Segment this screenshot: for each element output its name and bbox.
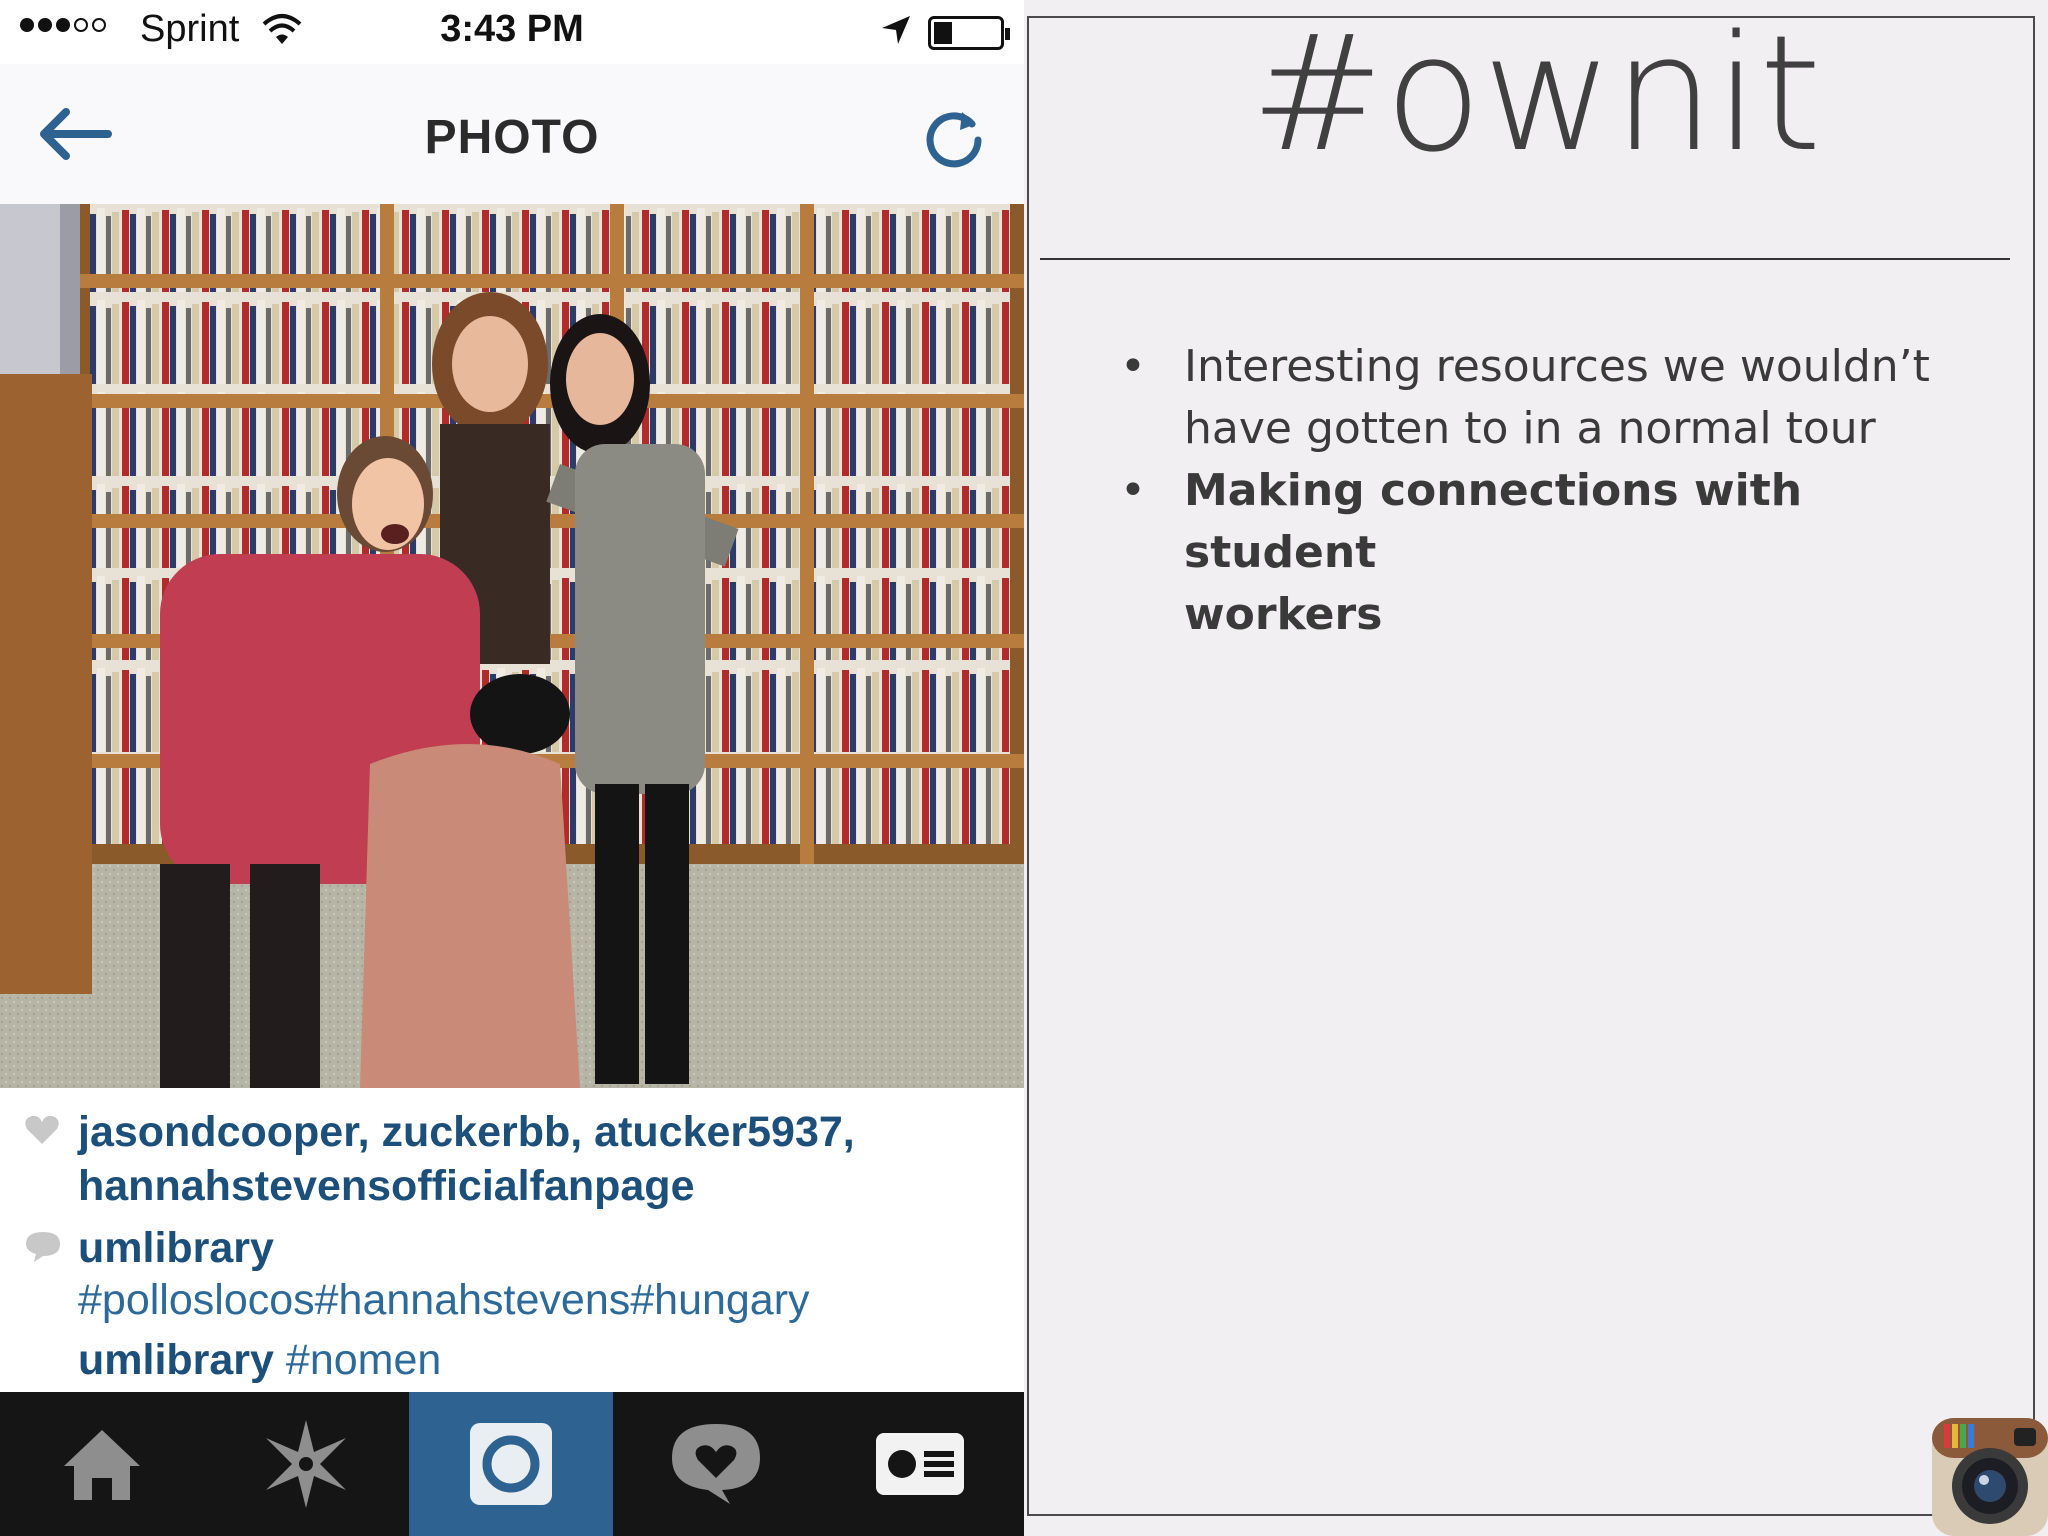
likes-line-1: jasondcooper, zuckerbb, atucker5937, <box>78 1106 855 1158</box>
like-user-link[interactable]: zuckerbb, <box>381 1108 582 1156</box>
tab-camera[interactable] <box>409 1392 613 1536</box>
activity-icon <box>672 1424 760 1504</box>
camera-icon <box>470 1423 552 1505</box>
bullet-text-line: Making connections with student <box>1184 465 1803 578</box>
tab-home[interactable] <box>0 1392 204 1536</box>
explore-icon <box>266 1420 346 1508</box>
bullet-text-line: workers <box>1184 589 1383 640</box>
page-title: PHOTO <box>424 111 600 164</box>
tab-explore[interactable] <box>204 1392 408 1536</box>
refresh-icon[interactable] <box>922 104 986 173</box>
like-user-link[interactable]: jasondcooper, <box>78 1108 370 1156</box>
like-user-link[interactable]: hannahstevensofficialfanpage <box>78 1162 695 1210</box>
bullet-marker: • <box>1120 341 1146 392</box>
slide-title: #ownit <box>1250 0 1822 187</box>
comment-2-line: umlibrary #nomen <box>78 1334 441 1386</box>
tab-profile[interactable] <box>818 1392 1022 1536</box>
post-photo[interactable] <box>0 204 1024 1088</box>
hashtag-link[interactable]: #polloslocos#hannahstevens#hungary <box>78 1276 810 1324</box>
instagram-phone-screenshot: Sprint 3:43 PM PHOTO jasondcooper, zucke… <box>0 0 1024 1536</box>
location-arrow-icon <box>878 12 914 53</box>
like-user-link[interactable]: atucker5937, <box>594 1108 855 1156</box>
title-divider <box>1040 258 2010 260</box>
comment-bubble-icon <box>24 1230 62 1269</box>
battery-icon <box>928 16 1010 50</box>
hashtag-link[interactable]: #nomen <box>286 1336 441 1384</box>
bullet-item: • Making connections with student worker… <box>1120 460 1980 646</box>
profile-icon <box>876 1433 964 1495</box>
bullet-item: • Interesting resources we wouldn’t have… <box>1120 336 1980 460</box>
comment-user-link[interactable]: umlibrary <box>78 1224 274 1272</box>
comment-1-user-line: umlibrary <box>78 1222 274 1274</box>
slide-frame <box>1027 16 2035 1516</box>
library-photo-illustration <box>0 204 1024 1088</box>
likes-line-2: hannahstevensofficialfanpage <box>78 1160 695 1212</box>
bottom-tab-bar <box>0 1392 1024 1536</box>
presentation-slide: #ownit • Interesting resources we wouldn… <box>1024 0 2048 1536</box>
status-time: 3:43 PM <box>440 8 584 50</box>
post-caption: jasondcooper, zuckerbb, atucker5937, han… <box>0 1088 1024 1392</box>
bullet-text-line: have gotten to in a normal tour <box>1184 403 1876 454</box>
bullet-list: • Interesting resources we wouldn’t have… <box>1120 336 1980 646</box>
home-icon <box>64 1430 140 1500</box>
tab-activity[interactable] <box>614 1392 818 1536</box>
bullet-text-line: Interesting resources we wouldn’t <box>1184 341 1930 392</box>
nav-bar: PHOTO <box>0 64 1024 204</box>
status-bar: Sprint 3:43 PM <box>0 0 1024 64</box>
comment-1-text: #polloslocos#hannahstevens#hungary <box>78 1274 810 1326</box>
instagram-logo-icon <box>1932 1418 2048 1536</box>
heart-icon <box>24 1114 60 1151</box>
bullet-marker: • <box>1120 465 1146 516</box>
comment-user-link[interactable]: umlibrary <box>78 1336 274 1384</box>
